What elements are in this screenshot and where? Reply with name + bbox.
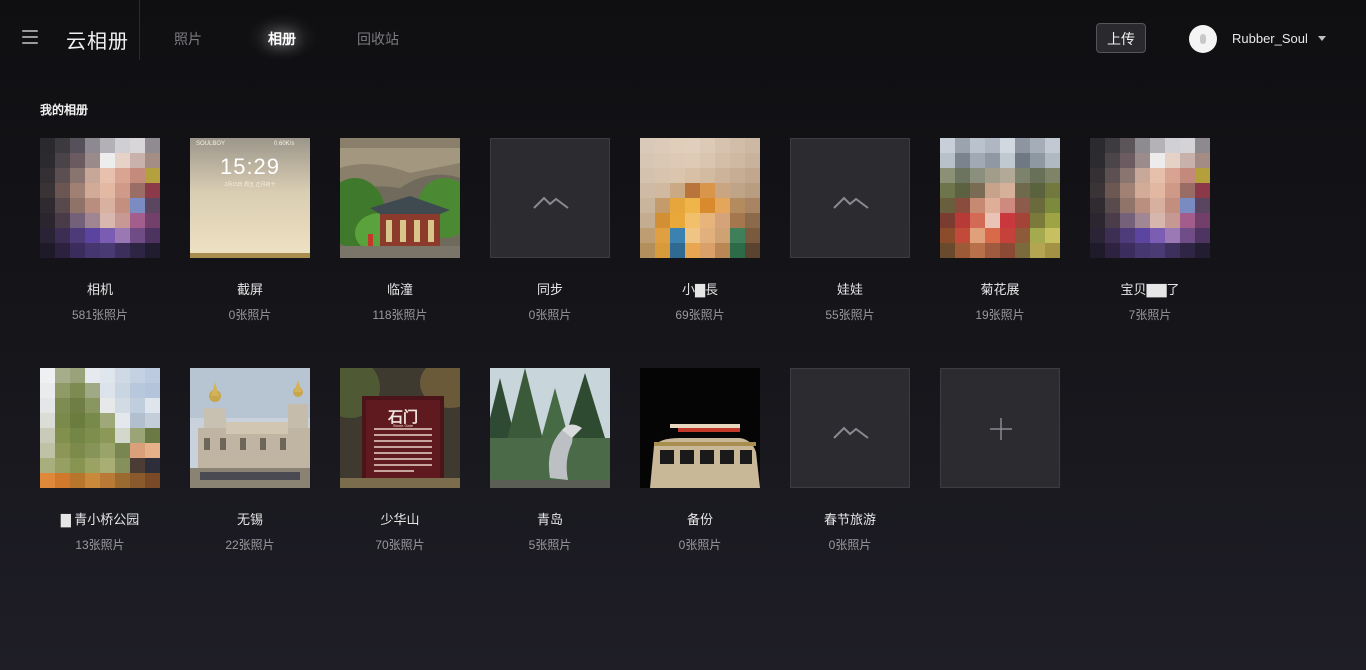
album-cover-empty <box>790 368 910 488</box>
album-name: 少华山 <box>380 512 420 527</box>
lockscreen-time: 15:29 <box>219 154 281 179</box>
add-album-button[interactable] <box>940 368 1060 488</box>
album-count: 0张照片 <box>678 538 722 552</box>
album-card[interactable]: 菊花展 19张照片 <box>940 138 1060 322</box>
tab-recycle-bin[interactable]: 回收站 <box>357 29 399 49</box>
album-cover <box>640 138 760 258</box>
album-count: 0张照片 <box>528 308 572 322</box>
album-cover <box>490 368 610 488</box>
menu-icon[interactable] <box>22 30 38 44</box>
pixelated-park-image <box>40 368 160 488</box>
album-count: 0张照片 <box>828 538 872 552</box>
add-album-tile[interactable] <box>940 368 1060 488</box>
album-card[interactable]: 春节旅游 0张照片 <box>790 368 910 552</box>
album-cover <box>40 138 160 258</box>
album-cover <box>190 368 310 488</box>
album-count: 55张照片 <box>825 308 875 322</box>
chevron-down-icon[interactable] <box>1318 36 1326 41</box>
stone-gate-sign-photo <box>340 368 460 488</box>
username[interactable]: Rubber_Soul <box>1232 31 1308 46</box>
album-name: 备份 <box>686 512 713 527</box>
album-name: 娃娃 <box>836 282 863 297</box>
album-card[interactable]: 娃娃 55张照片 <box>790 138 910 322</box>
section-title: 我的相册 <box>40 103 89 117</box>
header-divider <box>139 0 140 60</box>
album-cover: 石门 Stone Gate <box>340 368 460 488</box>
album-cover <box>340 138 460 258</box>
album-card[interactable]: 临潼 118张照片 <box>340 138 460 322</box>
pixelated-flower-show-image <box>940 138 1060 258</box>
album-card[interactable]: 石门 Stone Gate 少华山 70张照片 <box>340 368 460 552</box>
album-count: 0张照片 <box>228 308 272 322</box>
mountain-placeholder-icon <box>833 426 869 439</box>
mountain-placeholder-icon <box>533 196 569 209</box>
album-name: 青岛 <box>536 512 563 527</box>
album-name: 截屏 <box>236 282 263 297</box>
album-count: 581张照片 <box>71 308 129 322</box>
album-name: 宝贝▇▇了 <box>1120 282 1180 297</box>
album-name: 相机 <box>86 282 113 297</box>
album-cover <box>640 368 760 488</box>
pixelated-portrait-image <box>40 138 160 258</box>
trees-sculpture-photo <box>490 368 610 488</box>
pixelated-child-image <box>640 138 760 258</box>
album-card[interactable]: 同步 0张照片 <box>490 138 610 322</box>
album-count: 7张照片 <box>1128 308 1172 322</box>
album-count: 70张照片 <box>375 538 425 552</box>
album-card[interactable]: 宝贝▇▇了 7张照片 <box>1090 138 1210 322</box>
album-cover-empty <box>490 138 610 258</box>
album-cover <box>1090 138 1210 258</box>
album-card[interactable]: 相机 581张照片 <box>40 138 160 322</box>
album-count: 69张照片 <box>675 308 725 322</box>
palace-photo <box>190 368 310 488</box>
sign-subtitle: Stone Gate <box>392 423 414 428</box>
album-cover <box>940 138 1060 258</box>
album-name: 小▇長 <box>682 282 718 297</box>
album-count: 13张照片 <box>75 538 125 552</box>
app-title: 云相册 <box>66 31 129 53</box>
album-count: 19张照片 <box>975 308 1025 322</box>
avatar[interactable] <box>1189 25 1217 53</box>
lockscreen-bottom-bar <box>190 253 310 258</box>
album-name: 春节旅游 <box>823 512 876 527</box>
album-name: ▇ 青小桥公园 <box>60 512 140 527</box>
album-card[interactable]: 青岛 5张照片 <box>490 368 610 552</box>
album-name: 临潼 <box>386 282 413 297</box>
toy-bus-photo <box>640 368 760 488</box>
upload-button[interactable]: 上传 <box>1096 23 1146 53</box>
album-card[interactable]: SOULBOY 0.60K/s 15:29 2月15日 周五 正月初十 截屏 0… <box>190 138 310 322</box>
tab-albums[interactable]: 相册 <box>246 13 318 61</box>
album-cover: SOULBOY 0.60K/s 15:29 2月15日 周五 正月初十 <box>190 138 310 258</box>
album-count: 5张照片 <box>528 538 572 552</box>
album-card[interactable]: 无锡 22张照片 <box>190 368 310 552</box>
top-bar: 云相册 照片 相册 回收站 上传 Rubber_Soul <box>0 0 1366 76</box>
album-cover-empty <box>790 138 910 258</box>
album-name: 菊花展 <box>980 282 1020 297</box>
album-count: 118张照片 <box>372 308 428 322</box>
pixelated-portrait-image <box>1090 138 1210 258</box>
album-cover <box>40 368 160 488</box>
lockscreen-status: 0.60K/s <box>274 141 295 147</box>
lockscreen-date: 2月15日 周五 正月初十 <box>224 182 276 188</box>
temple-photo <box>340 138 460 258</box>
mountain-placeholder-icon <box>833 196 869 209</box>
album-count: 22张照片 <box>225 538 275 552</box>
album-card[interactable]: ▇ 青小桥公园 13张照片 <box>40 368 160 552</box>
lockscreen-carrier: SOULBOY <box>196 141 226 147</box>
tab-photos[interactable]: 照片 <box>174 29 202 49</box>
album-name: 无锡 <box>236 512 263 527</box>
album-name: 同步 <box>536 282 563 297</box>
album-card[interactable]: 小▇長 69张照片 <box>640 138 760 322</box>
plus-icon <box>990 418 1012 440</box>
album-card[interactable]: 备份 0张照片 <box>640 368 760 552</box>
